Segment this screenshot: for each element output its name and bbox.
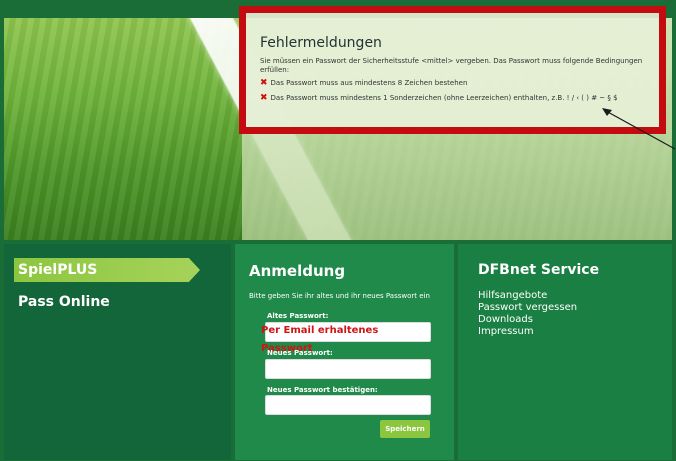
service-link-impressum[interactable]: Impressum [478,326,577,338]
error-x-icon: ✖ [260,93,268,103]
confirm-password-label: Neues Passwort bestätigen: [267,386,378,394]
error-item: ✖ Das Passwort muss aus mindestens 8 Zei… [260,79,647,88]
new-password-label: Neues Passwort: [267,349,333,357]
error-x-icon: ✖ [260,78,268,88]
service-title: DFBnet Service [478,262,600,278]
left-nav-panel: SpielPLUS Pass Online [4,244,231,460]
login-description: Bitte geben Sie ihr altes und ihr neues … [249,292,430,300]
error-item-text: Das Passwort muss mindestens 1 Sonderzei… [270,94,618,102]
error-item-text: Das Passwort muss aus mindestens 8 Zeich… [270,79,468,87]
new-password-input[interactable] [265,359,431,379]
login-title: Anmeldung [249,262,346,280]
service-links: Hilfsangebote Passwort vergessen Downloa… [478,290,577,338]
service-link-help[interactable]: Hilfsangebote [478,290,577,302]
save-button[interactable]: Speichern [380,420,430,438]
annotation-arrow-icon [602,108,676,150]
service-link-downloads[interactable]: Downloads [478,314,577,326]
error-title: Fehlermeldungen [260,35,382,51]
error-item: ✖ Das Passwort muss mindestens 1 Sonderz… [260,94,647,103]
nav-item-spielplus[interactable]: SpielPLUS [14,258,200,282]
old-password-value: Per Email erhaltenes Passwort [261,325,379,354]
error-intro-text: Sie müssen ein Passwort der Sicherheitss… [260,57,643,74]
page-frame: Fehlermeldungen Sie müssen ein Passwort … [0,0,676,461]
service-link-forgot-password[interactable]: Passwort vergessen [478,302,577,314]
old-password-label: Altes Passwort: [267,312,329,320]
confirm-password-input[interactable] [265,395,431,415]
login-panel: Anmeldung Bitte geben Sie ihr altes und … [235,244,454,460]
bottom-panels: SpielPLUS Pass Online Anmeldung Bitte ge… [4,244,672,460]
service-panel: DFBnet Service Hilfsangebote Passwort ve… [458,244,672,460]
nav-item-pass-online[interactable]: Pass Online [18,294,110,310]
